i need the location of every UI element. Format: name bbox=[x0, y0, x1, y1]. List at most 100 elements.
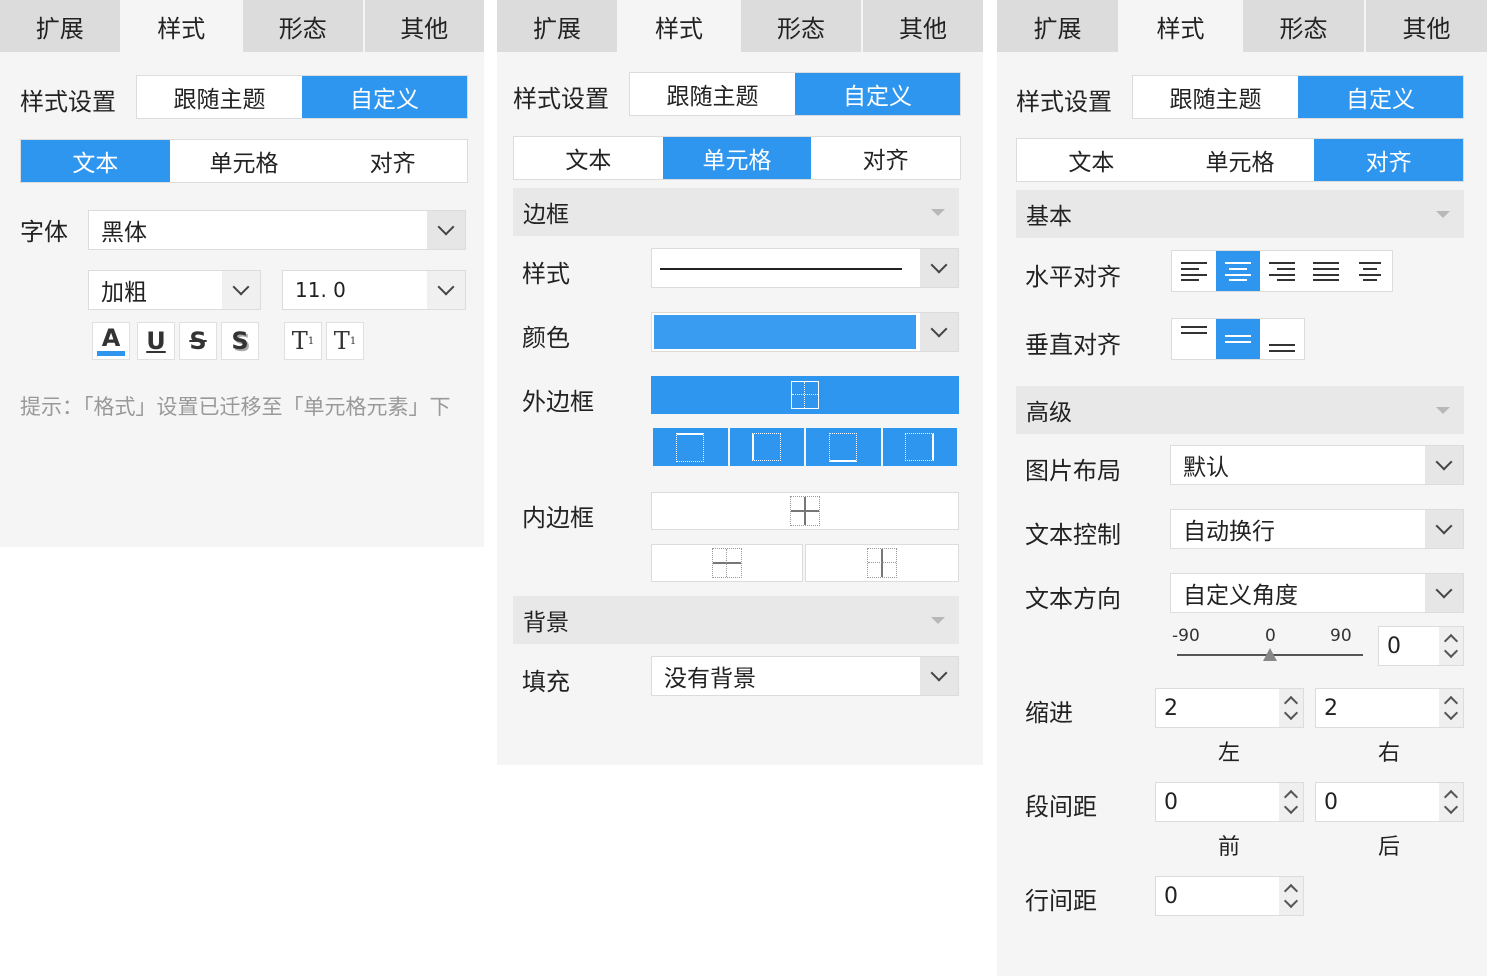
angle-slider-thumb[interactable] bbox=[1263, 648, 1277, 661]
align-distributed-icon bbox=[1359, 262, 1381, 281]
follow-theme-option[interactable]: 跟随主题 bbox=[1133, 76, 1298, 118]
follow-theme-option[interactable]: 跟随主题 bbox=[630, 73, 795, 115]
superscript-button[interactable]: T1 bbox=[284, 322, 322, 360]
tab-style[interactable]: 样式 bbox=[619, 0, 741, 52]
follow-theme-option[interactable]: 跟随主题 bbox=[137, 76, 302, 118]
superscript-icon: T bbox=[291, 327, 308, 355]
sub-tab-align[interactable]: 对齐 bbox=[318, 140, 467, 182]
spinner-arrows[interactable] bbox=[1279, 689, 1303, 727]
chevron-down-icon bbox=[1425, 574, 1463, 612]
border-left-icon bbox=[752, 433, 782, 461]
angle-spinner[interactable]: 0 bbox=[1378, 626, 1464, 666]
inner-border-all-button[interactable] bbox=[651, 492, 959, 530]
align-right-button[interactable] bbox=[1260, 251, 1304, 291]
tab-shape[interactable]: 形态 bbox=[741, 0, 863, 52]
border-left-button[interactable] bbox=[729, 428, 804, 466]
style-setting-label: 样式设置 bbox=[20, 88, 116, 116]
chevron-down-icon bbox=[920, 657, 958, 695]
subscript-button[interactable]: T1 bbox=[326, 322, 364, 360]
sub-tab-text[interactable]: 文本 bbox=[21, 140, 170, 182]
line-spacing-spinner[interactable]: 0 bbox=[1155, 876, 1304, 916]
outer-border-all-button[interactable] bbox=[651, 376, 959, 414]
chevron-down-icon bbox=[1283, 799, 1299, 815]
align-center-button[interactable] bbox=[1216, 251, 1260, 291]
chevron-down-icon bbox=[1443, 705, 1459, 721]
tab-extend[interactable]: 扩展 bbox=[997, 0, 1120, 52]
tab-shape[interactable]: 形态 bbox=[1243, 0, 1366, 52]
indent-right-value: 2 bbox=[1324, 695, 1338, 721]
indent-right-spinner[interactable]: 2 bbox=[1315, 688, 1464, 728]
tab-style[interactable]: 样式 bbox=[121, 0, 243, 52]
valign-top-button[interactable] bbox=[1172, 319, 1216, 359]
text-control-label: 文本控制 bbox=[1025, 521, 1121, 549]
font-color-button[interactable]: A bbox=[92, 322, 130, 360]
border-color-select[interactable] bbox=[651, 312, 959, 352]
sub-tab-align[interactable]: 对齐 bbox=[1314, 139, 1464, 181]
border-style-select[interactable] bbox=[651, 248, 959, 288]
text-control-select[interactable]: 自动换行 bbox=[1170, 509, 1464, 549]
spinner-arrows[interactable] bbox=[1439, 783, 1463, 821]
advanced-section-title: 高级 bbox=[1026, 400, 1072, 426]
strikethrough-button[interactable]: S bbox=[179, 322, 217, 360]
border-section-header[interactable]: 边框 bbox=[513, 188, 959, 236]
border-bottom-button[interactable] bbox=[806, 428, 881, 466]
border-right-button[interactable] bbox=[882, 428, 957, 466]
border-top-button[interactable] bbox=[653, 428, 728, 466]
basic-section-header[interactable]: 基本 bbox=[1016, 190, 1464, 238]
image-layout-select[interactable]: 默认 bbox=[1170, 445, 1464, 485]
spinner-arrows[interactable] bbox=[1439, 627, 1463, 665]
text-direction-select[interactable]: 自定义角度 bbox=[1170, 573, 1464, 613]
chevron-down-icon bbox=[427, 271, 465, 309]
shadow-button[interactable]: S bbox=[221, 322, 259, 360]
font-size-select[interactable]: 11. 0 bbox=[282, 270, 466, 310]
font-weight-select[interactable]: 加粗 bbox=[88, 270, 261, 310]
custom-option[interactable]: 自定义 bbox=[795, 73, 960, 115]
align-distributed-button[interactable] bbox=[1348, 251, 1392, 291]
spinner-arrows[interactable] bbox=[1279, 877, 1303, 915]
inner-border-horizontal-button[interactable] bbox=[651, 544, 803, 582]
para-before-spinner[interactable]: 0 bbox=[1155, 782, 1304, 822]
custom-option[interactable]: 自定义 bbox=[302, 76, 467, 118]
tab-style[interactable]: 样式 bbox=[1120, 0, 1243, 52]
sub-tab-text[interactable]: 文本 bbox=[514, 137, 663, 179]
sub-tab-cell[interactable]: 单元格 bbox=[1166, 139, 1315, 181]
para-after-spinner[interactable]: 0 bbox=[1315, 782, 1464, 822]
background-section-header[interactable]: 背景 bbox=[513, 596, 959, 644]
sub-tab-align[interactable]: 对齐 bbox=[811, 137, 960, 179]
tab-other[interactable]: 其他 bbox=[1366, 0, 1487, 52]
para-before-caption: 前 bbox=[1218, 835, 1241, 860]
underline-button[interactable]: U bbox=[137, 322, 175, 360]
sub-tab-text[interactable]: 文本 bbox=[1017, 139, 1166, 181]
align-left-button[interactable] bbox=[1172, 251, 1216, 291]
font-family-select[interactable]: 黑体 bbox=[88, 210, 466, 250]
spinner-arrows[interactable] bbox=[1279, 783, 1303, 821]
inner-border-all-icon bbox=[790, 496, 820, 526]
valign-bottom-button[interactable] bbox=[1260, 319, 1304, 359]
custom-option[interactable]: 自定义 bbox=[1298, 76, 1463, 118]
indent-label: 缩进 bbox=[1025, 699, 1073, 727]
sub-tab-cell[interactable]: 单元格 bbox=[170, 140, 319, 182]
text-direction-value: 自定义角度 bbox=[1183, 583, 1298, 609]
border-right-icon bbox=[905, 433, 935, 461]
inner-border-vertical-button[interactable] bbox=[805, 544, 959, 582]
advanced-section-header[interactable]: 高级 bbox=[1016, 386, 1464, 434]
sub-tab-cell[interactable]: 单元格 bbox=[662, 137, 812, 179]
tab-other[interactable]: 其他 bbox=[863, 0, 983, 52]
angle-value: 0 bbox=[1387, 633, 1401, 659]
tab-extend[interactable]: 扩展 bbox=[497, 0, 619, 52]
tab-shape[interactable]: 形态 bbox=[243, 0, 365, 52]
v-align-group bbox=[1171, 318, 1305, 360]
text-style-panel: 扩展 样式 形态 其他 样式设置 跟随主题 自定义 文本 单元格 对齐 字体 黑… bbox=[0, 0, 484, 547]
tab-extend[interactable]: 扩展 bbox=[0, 0, 122, 52]
align-justify-button[interactable] bbox=[1304, 251, 1348, 291]
background-section-title: 背景 bbox=[523, 610, 569, 636]
fill-select[interactable]: 没有背景 bbox=[651, 656, 959, 696]
indent-left-spinner[interactable]: 2 bbox=[1155, 688, 1304, 728]
font-family-value: 黑体 bbox=[101, 220, 147, 246]
valign-middle-button[interactable] bbox=[1216, 319, 1260, 359]
inner-border-label: 内边框 bbox=[522, 504, 594, 532]
spinner-arrows[interactable] bbox=[1439, 689, 1463, 727]
inner-border-horizontal-icon bbox=[712, 548, 742, 578]
tab-other[interactable]: 其他 bbox=[364, 0, 484, 52]
para-spacing-label: 段间距 bbox=[1025, 793, 1097, 821]
